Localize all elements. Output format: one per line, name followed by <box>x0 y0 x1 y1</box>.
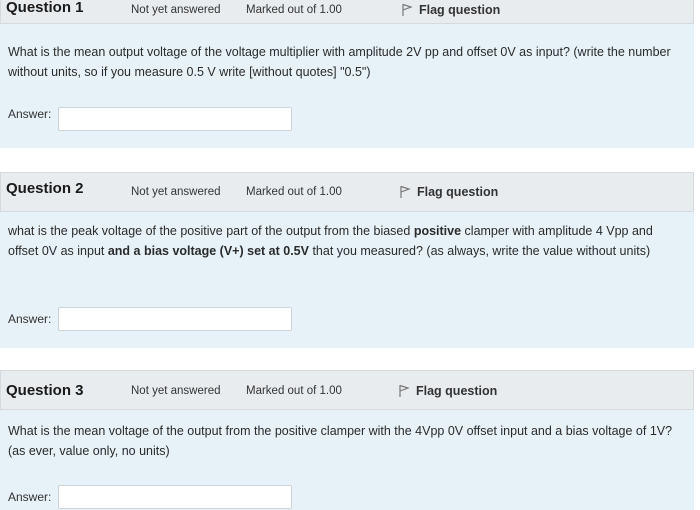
flag-icon <box>400 185 411 198</box>
flag-icon <box>402 3 413 16</box>
question-2-flag-button[interactable]: Flag question <box>399 185 498 199</box>
question-1-title: Question 1 <box>6 0 84 16</box>
question-1: Question 1 Not yet answered Marked out o… <box>0 0 694 148</box>
question-2-answer-input[interactable] <box>58 307 292 331</box>
question-2-answer-label: Answer: <box>8 312 52 326</box>
question-3-text: What is the mean voltage of the output f… <box>8 421 684 461</box>
question-1-marks: Marked out of 1.00 <box>246 4 342 16</box>
question-3-flag-label: Flag question <box>416 384 498 398</box>
question-1-status: Not yet answered <box>131 4 221 16</box>
question-text-run: positive <box>413 224 462 238</box>
question-3: Question 3 Not yet answered Marked out o… <box>0 370 694 510</box>
question-text-run: What is the mean voltage of the output f… <box>8 424 673 458</box>
question-2-text: what is the peak voltage of the positive… <box>8 221 684 261</box>
question-2-header: Question 2 Not yet answered Marked out o… <box>0 172 694 212</box>
divider <box>0 348 700 370</box>
question-2-status: Not yet answered <box>131 186 221 198</box>
divider <box>0 148 700 172</box>
question-1-body: What is the mean output voltage of the v… <box>0 24 694 148</box>
question-1-answer-label: Answer: <box>8 107 52 121</box>
question-2: Question 2 Not yet answered Marked out o… <box>0 172 694 348</box>
flag-icon <box>399 384 410 397</box>
question-3-marks: Marked out of 1.00 <box>246 385 342 397</box>
question-3-title: Question 3 <box>6 382 84 399</box>
question-3-status: Not yet answered <box>131 385 221 397</box>
question-1-answer-input[interactable] <box>58 107 292 131</box>
question-text-run: that you measured? (as always, write the… <box>308 244 651 258</box>
question-3-body: What is the mean voltage of the output f… <box>0 410 694 510</box>
question-text-run: What is the mean output voltage of the v… <box>8 45 671 79</box>
question-1-header: Question 1 Not yet answered Marked out o… <box>0 0 694 24</box>
question-2-flag-label: Flag question <box>417 185 499 199</box>
question-2-marks: Marked out of 1.00 <box>246 186 342 198</box>
question-1-flag-button[interactable]: Flag question <box>401 3 500 17</box>
question-text-run: what is the peak voltage of the positive… <box>8 224 414 238</box>
question-2-title: Question 2 <box>6 180 84 197</box>
question-1-text: What is the mean output voltage of the v… <box>8 42 684 82</box>
question-3-flag-button[interactable]: Flag question <box>398 384 497 398</box>
question-3-answer-input[interactable] <box>58 485 292 509</box>
question-2-body: what is the peak voltage of the positive… <box>0 212 694 348</box>
question-3-header: Question 3 Not yet answered Marked out o… <box>0 370 694 410</box>
question-3-answer-label: Answer: <box>8 490 52 504</box>
question-1-flag-label: Flag question <box>419 3 501 17</box>
question-text-run: and a bias voltage (V+) set at 0.5V <box>107 244 309 258</box>
